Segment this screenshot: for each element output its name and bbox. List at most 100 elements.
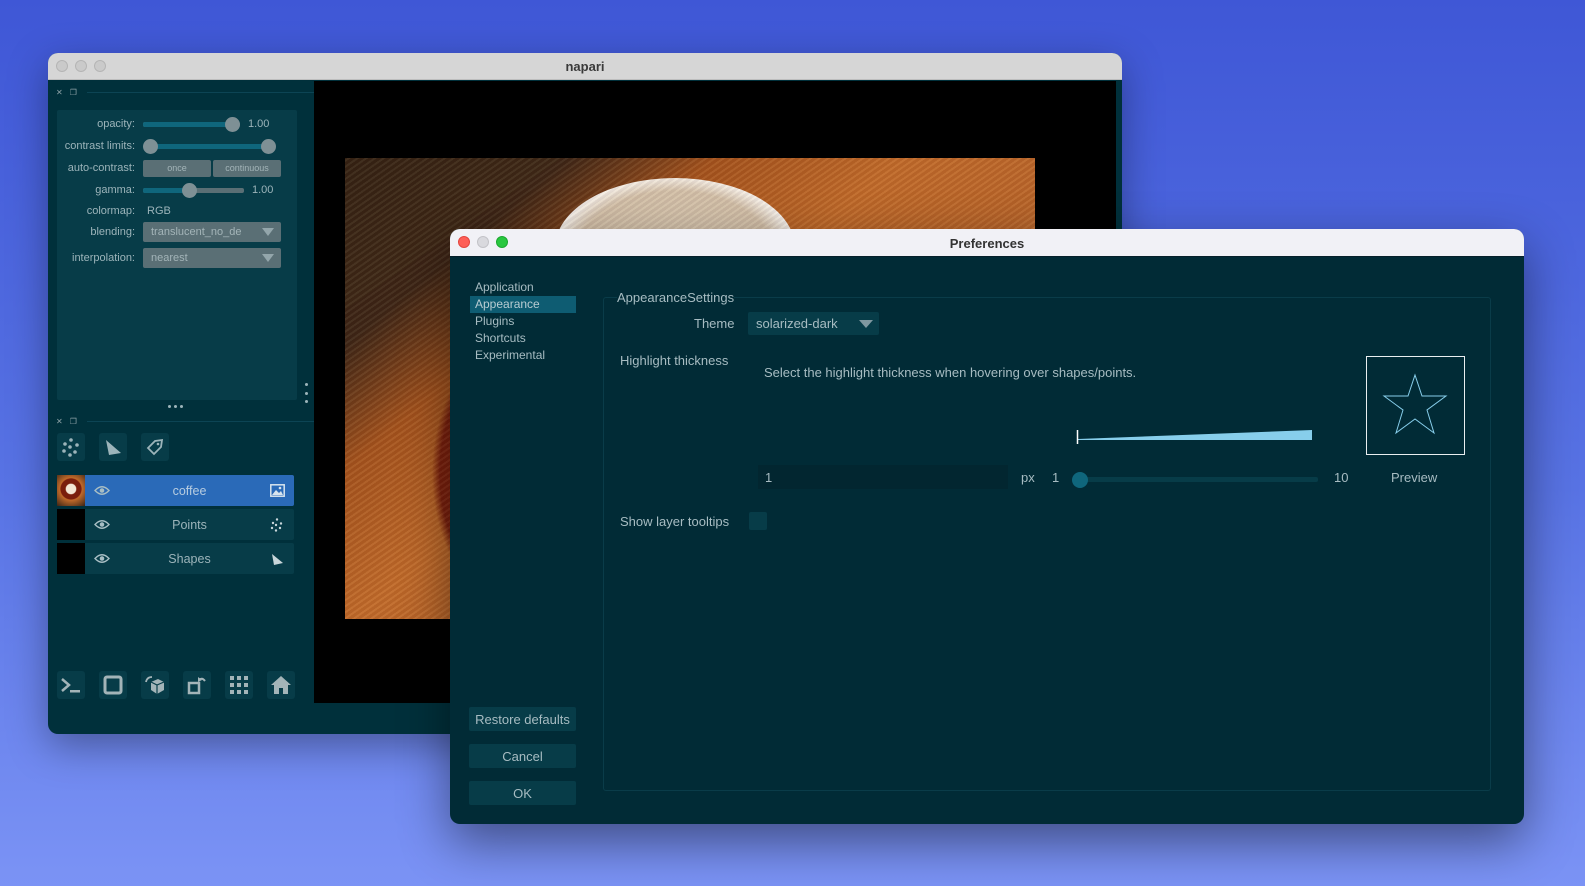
dialog-title: Preferences [949,236,1025,251]
colormap-row: colormap: RGB [57,201,297,221]
visibility-toggle[interactable] [85,485,119,496]
nav-item-plugins[interactable]: Plugins [470,313,576,330]
highlight-description: Select the highlight thickness when hove… [764,365,1137,380]
highlight-thickness-slider[interactable] [1072,469,1318,489]
roll-dims-button[interactable] [141,671,169,699]
interpolation-dropdown[interactable]: nearest [143,248,281,268]
highlight-thickness-value: 1 [765,469,773,485]
layer-type-indicator [260,484,294,497]
eye-icon [94,520,110,529]
float-dock-icon[interactable]: ❐ [70,88,77,97]
layer-name: Points [172,517,207,532]
new-shapes-layer-button[interactable] [99,433,127,461]
gamma-label: gamma: [95,184,135,196]
console-button[interactable] [57,671,85,699]
layer-controls-panel: opacity: 1.00 contrast limits: auto-cont… [57,110,297,400]
colormap-value: RGB [147,205,171,217]
gamma-slider-handle[interactable] [181,183,197,198]
points-icon [62,438,79,457]
contrast-limits-label: contrast limits: [64,140,135,152]
layer-body[interactable]: Points [85,509,294,540]
shapes-icon [106,440,121,455]
blending-value: translucent_no_de [151,226,242,238]
contrast-high-handle[interactable] [261,139,276,154]
cancel-button[interactable]: Cancel [469,744,576,768]
gamma-slider[interactable] [143,180,244,200]
show-tooltips-checkbox[interactable] [749,512,767,530]
highlight-slider-handle[interactable] [1072,472,1088,488]
nav-item-experimental[interactable]: Experimental [470,347,576,364]
opacity-slider[interactable] [143,114,240,134]
star-icon [1382,373,1448,435]
nav-item-application[interactable]: Application [470,279,576,296]
once-button[interactable]: once [143,159,211,177]
new-labels-layer-button[interactable] [141,433,169,461]
dock-resize-handle[interactable] [168,405,183,408]
blending-dropdown[interactable]: translucent_no_de [143,222,281,242]
thickness-wedge-graphic [1076,430,1312,444]
visibility-toggle[interactable] [85,553,119,564]
float-dock-icon[interactable]: ❐ [70,417,77,426]
viewer-buttons [57,671,295,699]
continuous-button[interactable]: continuous [213,159,281,177]
eye-icon [94,554,110,563]
theme-value: solarized-dark [756,316,838,331]
highlight-thickness-label: Highlight thickness [620,353,729,368]
chevron-down-icon [859,320,873,328]
opacity-row: opacity: 1.00 [57,114,297,134]
rotate-cube-icon [145,676,165,694]
visibility-toggle[interactable] [85,519,119,530]
gamma-value: 1.00 [252,184,274,196]
interpolation-row: interpolation: nearest [57,248,297,268]
layer-item-points[interactable]: Points [57,509,294,540]
ndisplay-button[interactable] [99,671,127,699]
layer-thumbnail [57,509,85,540]
home-button[interactable] [267,671,295,699]
layer-item-shapes[interactable]: Shapes [57,543,294,574]
layer-name: Shapes [168,551,211,566]
auto-contrast-row: auto-contrast: once continuous [57,158,297,178]
highlight-thickness-input[interactable]: 1 [758,465,1008,489]
theme-dropdown[interactable]: solarized-dark [748,312,879,335]
nav-item-appearance[interactable]: Appearance [470,296,576,313]
preferences-nav: Application Appearance Plugins Shortcuts Exp… [470,279,576,364]
dock-splitter-handle[interactable] [303,383,309,403]
blending-row: blending: translucent_no_de [57,222,297,242]
terminal-icon [61,678,80,693]
contrast-limits-slider[interactable] [143,136,276,156]
contrast-low-handle[interactable] [143,139,158,154]
interpolation-value: nearest [151,252,188,264]
layer-body[interactable]: Shapes [85,543,294,574]
nav-item-shortcuts[interactable]: Shortcuts [470,330,576,347]
new-points-layer-button[interactable] [57,433,85,461]
layer-body[interactable]: coffee [85,475,294,506]
window-title: napari [565,59,605,74]
opacity-label: opacity: [97,118,135,130]
gamma-row: gamma: 1.00 [57,180,297,200]
grid-view-button[interactable] [225,671,253,699]
grid-icon [230,676,248,694]
layer-name: coffee [172,483,207,498]
interpolation-label: interpolation: [72,252,135,264]
transpose-button[interactable] [183,671,211,699]
ok-button[interactable]: OK [469,781,576,805]
show-tooltips-label: Show layer tooltips [620,514,730,529]
close-dock-icon[interactable]: ✕ [56,88,63,97]
close-dock-icon[interactable]: ✕ [56,417,63,426]
eye-icon [94,486,110,495]
napari-titlebar: napari [48,53,1122,80]
preview-box [1366,356,1465,455]
colormap-label: colormap: [86,205,135,217]
layer-item-coffee[interactable]: coffee [57,475,294,506]
group-title: AppearanceSettings [617,290,735,305]
home-icon [271,676,291,694]
restore-defaults-button[interactable]: Restore defaults [469,707,576,731]
preferences-dialog: Preferences Application Appearance Plugins… [450,229,1524,824]
layer-type-indicator [260,552,294,566]
shapes-icon [272,553,283,565]
layer-thumbnail [57,475,85,506]
preview-label: Preview [1391,470,1438,485]
contrast-limits-row: contrast limits: [57,136,297,156]
opacity-slider-handle[interactable] [225,117,240,132]
square-icon [103,675,123,695]
